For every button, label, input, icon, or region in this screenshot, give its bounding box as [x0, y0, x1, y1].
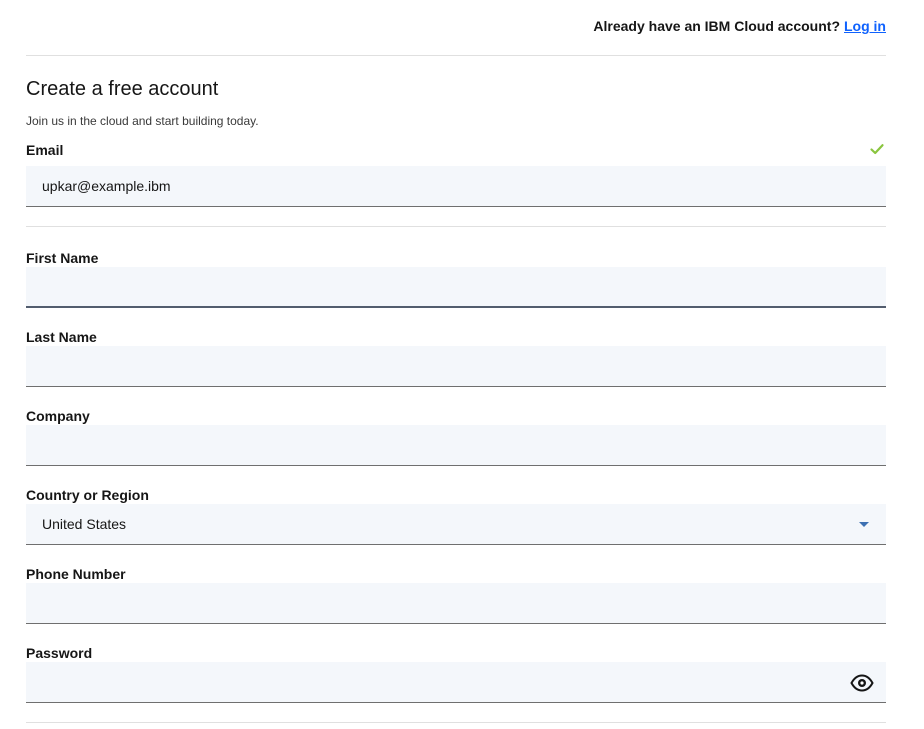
first-name-label: First Name: [26, 250, 99, 266]
login-prompt-text: Already have an IBM Cloud account?: [593, 18, 840, 34]
last-name-field[interactable]: [26, 346, 886, 387]
top-bar: Already have an IBM Cloud account? Log in: [26, 0, 886, 56]
page-subtitle: Join us in the cloud and start building …: [26, 114, 259, 128]
last-name-label: Last Name: [26, 329, 97, 345]
company-label: Company: [26, 408, 90, 424]
login-link[interactable]: Log in: [844, 18, 886, 34]
company-field[interactable]: [26, 425, 886, 466]
country-select[interactable]: [26, 504, 886, 545]
first-name-field[interactable]: [26, 267, 886, 308]
phone-label: Phone Number: [26, 566, 126, 582]
eye-icon[interactable]: [850, 673, 874, 693]
email-value: upkar@example.ibm: [42, 178, 171, 194]
country-label: Country or Region: [26, 487, 149, 503]
login-prompt: Already have an IBM Cloud account? Log in: [593, 18, 886, 34]
checkmark-icon: [870, 144, 884, 155]
password-field[interactable]: [26, 662, 886, 703]
page-title: Create a free account: [26, 78, 219, 100]
email-label: Email: [26, 142, 64, 158]
chevron-down-icon: [859, 522, 869, 527]
section-divider-bottom: [26, 722, 886, 723]
password-label: Password: [26, 645, 93, 661]
phone-field[interactable]: [26, 583, 886, 624]
country-value: United States: [42, 516, 127, 532]
section-divider: [26, 226, 886, 227]
